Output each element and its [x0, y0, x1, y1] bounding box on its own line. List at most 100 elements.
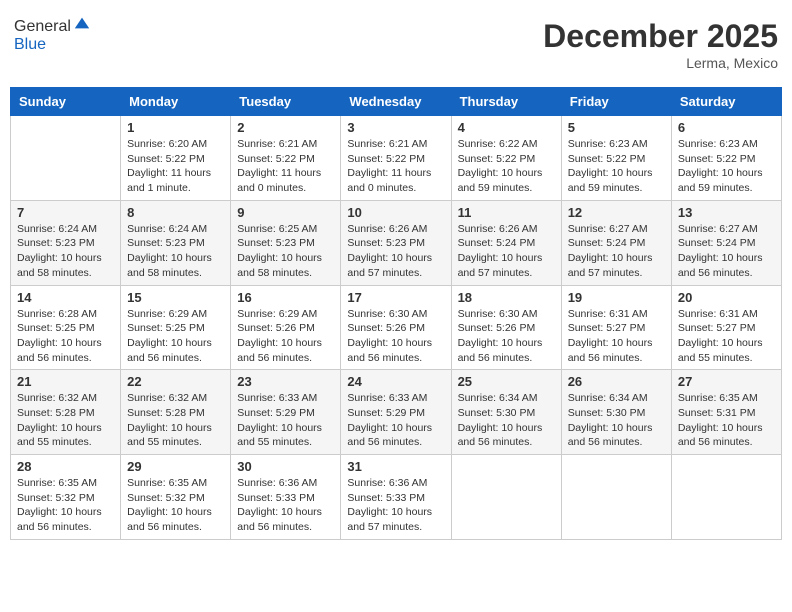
day-number: 29: [127, 459, 224, 474]
calendar-cell: 27 Sunrise: 6:35 AM Sunset: 5:31 PM Dayli…: [671, 370, 781, 455]
calendar-cell: 28 Sunrise: 6:35 AM Sunset: 5:32 PM Dayli…: [11, 455, 121, 540]
day-number: 9: [237, 205, 334, 220]
weekday-header-monday: Monday: [121, 88, 231, 116]
day-info: Sunrise: 6:36 AM Sunset: 5:33 PM Dayligh…: [237, 476, 334, 535]
day-info: Sunrise: 6:23 AM Sunset: 5:22 PM Dayligh…: [568, 137, 665, 196]
day-info: Sunrise: 6:22 AM Sunset: 5:22 PM Dayligh…: [458, 137, 555, 196]
calendar-cell: 21Sunrise: 6:32 AM Sunset: 5:28 PM Dayli…: [11, 370, 121, 455]
location: Lerma, Mexico: [543, 55, 778, 71]
day-number: 2: [237, 120, 334, 135]
day-info: Sunrise: 6:27 AM Sunset: 5:24 PM Dayligh…: [568, 222, 665, 281]
day-number: 27: [678, 374, 775, 389]
header: General Blue December 2025 Lerma, Mexico: [10, 10, 782, 79]
day-number: 22: [127, 374, 224, 389]
weekday-header-friday: Friday: [561, 88, 671, 116]
day-number: 12: [568, 205, 665, 220]
calendar-cell: [671, 455, 781, 540]
calendar-cell: 19 Sunrise: 6:31 AM Sunset: 5:27 PM Dayli…: [561, 285, 671, 370]
day-number: 23: [237, 374, 334, 389]
weekday-header-sunday: Sunday: [11, 88, 121, 116]
day-info: Sunrise: 6:27 AM Sunset: 5:24 PM Dayligh…: [678, 222, 775, 281]
calendar-cell: 7 Sunrise: 6:24 AM Sunset: 5:23 PM Daylig…: [11, 200, 121, 285]
calendar-cell: 8Sunrise: 6:24 AM Sunset: 5:23 PM Daylig…: [121, 200, 231, 285]
day-info: Sunrise: 6:32 AM Sunset: 5:28 PM Dayligh…: [127, 391, 224, 450]
calendar-cell: [561, 455, 671, 540]
day-number: 18: [458, 290, 555, 305]
calendar-cell: 6Sunrise: 6:23 AM Sunset: 5:22 PM Daylig…: [671, 116, 781, 201]
day-info: Sunrise: 6:35 AM Sunset: 5:32 PM Dayligh…: [17, 476, 114, 535]
calendar-cell: 3Sunrise: 6:21 AM Sunset: 5:22 PM Daylig…: [341, 116, 451, 201]
calendar-cell: 17 Sunrise: 6:30 AM Sunset: 5:26 PM Dayli…: [341, 285, 451, 370]
day-number: 24: [347, 374, 444, 389]
day-info: Sunrise: 6:33 AM Sunset: 5:29 PM Dayligh…: [237, 391, 334, 450]
calendar-cell: 25 Sunrise: 6:34 AM Sunset: 5:30 PM Dayli…: [451, 370, 561, 455]
day-number: 6: [678, 120, 775, 135]
day-info: Sunrise: 6:28 AM Sunset: 5:25 PM Dayligh…: [17, 307, 114, 366]
day-info: Sunrise: 6:30 AM Sunset: 5:26 PM Dayligh…: [458, 307, 555, 366]
calendar-week-row: 14 Sunrise: 6:28 AM Sunset: 5:25 PM Dayli…: [11, 285, 782, 370]
calendar-cell: 14 Sunrise: 6:28 AM Sunset: 5:25 PM Dayli…: [11, 285, 121, 370]
day-number: 3: [347, 120, 444, 135]
page: General Blue December 2025 Lerma, Mexico…: [10, 10, 782, 540]
day-number: 28: [17, 459, 114, 474]
calendar-cell: 24 Sunrise: 6:33 AM Sunset: 5:29 PM Dayli…: [341, 370, 451, 455]
day-info: Sunrise: 6:21 AM Sunset: 5:22 PM Dayligh…: [237, 137, 334, 196]
calendar-cell: 4Sunrise: 6:22 AM Sunset: 5:22 PM Daylig…: [451, 116, 561, 201]
day-info: Sunrise: 6:34 AM Sunset: 5:30 PM Dayligh…: [458, 391, 555, 450]
calendar-cell: 13 Sunrise: 6:27 AM Sunset: 5:24 PM Dayli…: [671, 200, 781, 285]
day-number: 1: [127, 120, 224, 135]
month-title: December 2025: [543, 18, 778, 55]
calendar-week-row: 28 Sunrise: 6:35 AM Sunset: 5:32 PM Dayli…: [11, 455, 782, 540]
day-info: Sunrise: 6:24 AM Sunset: 5:23 PM Dayligh…: [17, 222, 114, 281]
day-number: 19: [568, 290, 665, 305]
day-info: Sunrise: 6:36 AM Sunset: 5:33 PM Dayligh…: [347, 476, 444, 535]
day-info: Sunrise: 6:31 AM Sunset: 5:27 PM Dayligh…: [568, 307, 665, 366]
day-number: 14: [17, 290, 114, 305]
day-info: Sunrise: 6:30 AM Sunset: 5:26 PM Dayligh…: [347, 307, 444, 366]
day-number: 10: [347, 205, 444, 220]
day-number: 15: [127, 290, 224, 305]
calendar-week-row: 7 Sunrise: 6:24 AM Sunset: 5:23 PM Daylig…: [11, 200, 782, 285]
day-number: 5: [568, 120, 665, 135]
calendar-cell: 10 Sunrise: 6:26 AM Sunset: 5:23 PM Dayli…: [341, 200, 451, 285]
weekday-header-tuesday: Tuesday: [231, 88, 341, 116]
day-info: Sunrise: 6:35 AM Sunset: 5:32 PM Dayligh…: [127, 476, 224, 535]
calendar-cell: [451, 455, 561, 540]
calendar-cell: 16 Sunrise: 6:29 AM Sunset: 5:26 PM Dayli…: [231, 285, 341, 370]
calendar-cell: 31Sunrise: 6:36 AM Sunset: 5:33 PM Dayli…: [341, 455, 451, 540]
day-number: 11: [458, 205, 555, 220]
day-number: 21: [17, 374, 114, 389]
day-info: Sunrise: 6:20 AM Sunset: 5:22 PM Dayligh…: [127, 137, 224, 196]
calendar-cell: 11 Sunrise: 6:26 AM Sunset: 5:24 PM Dayli…: [451, 200, 561, 285]
calendar-cell: 20Sunrise: 6:31 AM Sunset: 5:27 PM Dayli…: [671, 285, 781, 370]
day-number: 26: [568, 374, 665, 389]
day-number: 8: [127, 205, 224, 220]
logo-blue-text: Blue: [14, 36, 91, 54]
day-number: 17: [347, 290, 444, 305]
day-info: Sunrise: 6:29 AM Sunset: 5:25 PM Dayligh…: [127, 307, 224, 366]
day-number: 7: [17, 205, 114, 220]
logo-arrow-icon: [73, 14, 91, 32]
calendar-cell: 12 Sunrise: 6:27 AM Sunset: 5:24 PM Dayli…: [561, 200, 671, 285]
day-number: 13: [678, 205, 775, 220]
day-info: Sunrise: 6:26 AM Sunset: 5:23 PM Dayligh…: [347, 222, 444, 281]
day-info: Sunrise: 6:26 AM Sunset: 5:24 PM Dayligh…: [458, 222, 555, 281]
day-info: Sunrise: 6:31 AM Sunset: 5:27 PM Dayligh…: [678, 307, 775, 366]
logo-general-text: General: [14, 18, 71, 36]
day-info: Sunrise: 6:25 AM Sunset: 5:23 PM Dayligh…: [237, 222, 334, 281]
calendar-cell: 26Sunrise: 6:34 AM Sunset: 5:30 PM Dayli…: [561, 370, 671, 455]
day-info: Sunrise: 6:29 AM Sunset: 5:26 PM Dayligh…: [237, 307, 334, 366]
calendar-cell: 23 Sunrise: 6:33 AM Sunset: 5:29 PM Dayli…: [231, 370, 341, 455]
calendar-table: SundayMondayTuesdayWednesdayThursdayFrid…: [10, 87, 782, 540]
logo: General Blue: [14, 18, 91, 54]
day-number: 16: [237, 290, 334, 305]
day-info: Sunrise: 6:33 AM Sunset: 5:29 PM Dayligh…: [347, 391, 444, 450]
calendar-cell: [11, 116, 121, 201]
calendar-week-row: 1 Sunrise: 6:20 AM Sunset: 5:22 PM Daylig…: [11, 116, 782, 201]
day-info: Sunrise: 6:35 AM Sunset: 5:31 PM Dayligh…: [678, 391, 775, 450]
calendar-cell: 22 Sunrise: 6:32 AM Sunset: 5:28 PM Dayli…: [121, 370, 231, 455]
calendar-cell: 29 Sunrise: 6:35 AM Sunset: 5:32 PM Dayli…: [121, 455, 231, 540]
day-number: 25: [458, 374, 555, 389]
day-number: 30: [237, 459, 334, 474]
weekday-header-saturday: Saturday: [671, 88, 781, 116]
